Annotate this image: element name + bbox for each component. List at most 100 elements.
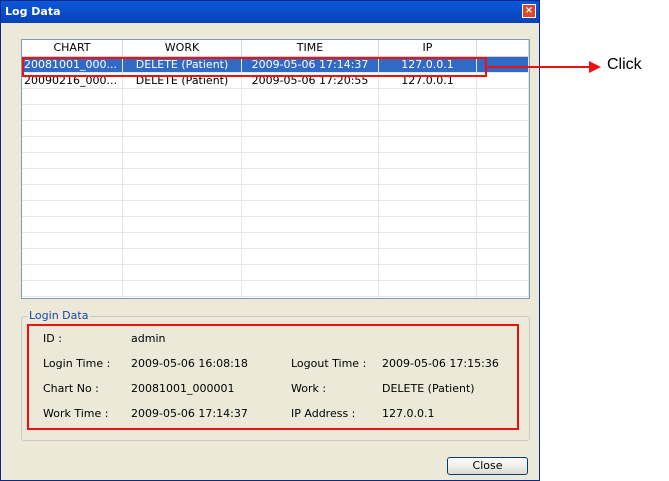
empty-row: [22, 233, 529, 249]
arrow-right-icon: [589, 61, 601, 73]
empty-cell: [242, 89, 379, 104]
empty-cell: [477, 169, 529, 184]
empty-cell: [242, 105, 379, 120]
empty-row: [22, 185, 529, 201]
empty-cell: [242, 249, 379, 264]
empty-cell: [22, 121, 123, 136]
empty-cell: [477, 185, 529, 200]
empty-cell: [22, 185, 123, 200]
empty-cell: [477, 233, 529, 248]
empty-cell: [123, 265, 242, 280]
empty-row: [22, 89, 529, 105]
empty-cell: [379, 265, 477, 280]
empty-cell: [22, 281, 123, 296]
empty-cell: [379, 217, 477, 232]
column-header-time[interactable]: TIME: [242, 40, 379, 56]
empty-cell: [242, 137, 379, 152]
empty-row: [22, 281, 529, 297]
empty-row: [22, 169, 529, 185]
click-callout-label: Click: [607, 56, 642, 73]
empty-cell: [477, 297, 529, 298]
empty-cell: [22, 137, 123, 152]
empty-cell: [123, 281, 242, 296]
empty-cell: [242, 153, 379, 168]
close-icon[interactable]: ×: [522, 4, 536, 18]
empty-cell: [123, 185, 242, 200]
empty-cell: [379, 297, 477, 298]
empty-row: [22, 201, 529, 217]
empty-cell: [242, 281, 379, 296]
empty-cell: [242, 121, 379, 136]
empty-cell: [123, 121, 242, 136]
empty-rows: [22, 89, 529, 298]
empty-cell: [22, 169, 123, 184]
empty-cell: [242, 169, 379, 184]
empty-cell: [22, 249, 123, 264]
empty-row: [22, 249, 529, 265]
log-list[interactable]: CHART WORK TIME IP 20081001_000... DELET…: [21, 39, 530, 299]
empty-cell: [379, 233, 477, 248]
empty-cell: [379, 89, 477, 104]
empty-cell: [123, 297, 242, 298]
empty-cell: [379, 121, 477, 136]
empty-row: [22, 217, 529, 233]
empty-cell: [22, 153, 123, 168]
empty-row: [22, 121, 529, 137]
empty-cell: [22, 89, 123, 104]
empty-cell: [379, 281, 477, 296]
empty-row: [22, 297, 529, 298]
empty-cell: [477, 89, 529, 104]
column-header-blank: [477, 40, 529, 56]
column-header-ip[interactable]: IP: [379, 40, 477, 56]
empty-cell: [123, 89, 242, 104]
list-header: CHART WORK TIME IP: [22, 40, 529, 57]
empty-cell: [22, 297, 123, 298]
empty-cell: [123, 201, 242, 216]
empty-cell: [242, 185, 379, 200]
column-header-chart[interactable]: CHART: [22, 40, 123, 56]
highlight-selected-row: [22, 57, 487, 77]
empty-cell: [242, 217, 379, 232]
close-button[interactable]: Close: [447, 457, 528, 475]
empty-cell: [242, 297, 379, 298]
empty-cell: [477, 137, 529, 152]
login-data-legend: Login Data: [27, 309, 91, 322]
empty-cell: [477, 217, 529, 232]
empty-cell: [242, 201, 379, 216]
empty-cell: [477, 153, 529, 168]
callout-arrow-line: [487, 66, 591, 68]
empty-cell: [242, 265, 379, 280]
empty-cell: [123, 169, 242, 184]
empty-cell: [123, 249, 242, 264]
empty-cell: [379, 153, 477, 168]
empty-cell: [123, 153, 242, 168]
column-header-work[interactable]: WORK: [123, 40, 242, 56]
empty-cell: [477, 281, 529, 296]
empty-cell: [22, 105, 123, 120]
empty-row: [22, 137, 529, 153]
empty-cell: [242, 233, 379, 248]
empty-cell: [379, 105, 477, 120]
highlight-login-data: [27, 324, 519, 430]
empty-cell: [22, 265, 123, 280]
empty-cell: [477, 265, 529, 280]
title-bar[interactable]: Log Data ×: [1, 1, 539, 23]
empty-cell: [123, 233, 242, 248]
empty-cell: [379, 169, 477, 184]
empty-cell: [379, 137, 477, 152]
empty-cell: [22, 201, 123, 216]
empty-cell: [477, 249, 529, 264]
empty-cell: [22, 217, 123, 232]
empty-row: [22, 105, 529, 121]
empty-cell: [379, 201, 477, 216]
empty-cell: [379, 249, 477, 264]
empty-cell: [379, 185, 477, 200]
empty-cell: [477, 105, 529, 120]
empty-cell: [123, 217, 242, 232]
empty-row: [22, 265, 529, 281]
empty-cell: [477, 201, 529, 216]
empty-cell: [123, 137, 242, 152]
window-title: Log Data: [5, 5, 61, 18]
empty-cell: [123, 105, 242, 120]
empty-cell: [477, 121, 529, 136]
